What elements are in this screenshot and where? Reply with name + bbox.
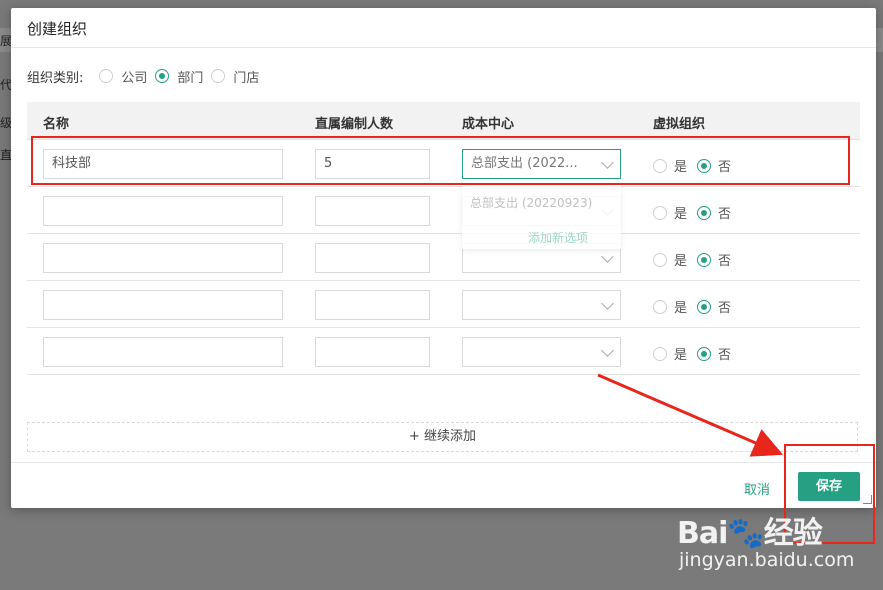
watermark-logo: Bai🐾经验 xyxy=(677,516,823,551)
annotation-arrow-icon xyxy=(597,373,784,457)
watermark-url: jingyan.baidu.com xyxy=(679,549,855,571)
